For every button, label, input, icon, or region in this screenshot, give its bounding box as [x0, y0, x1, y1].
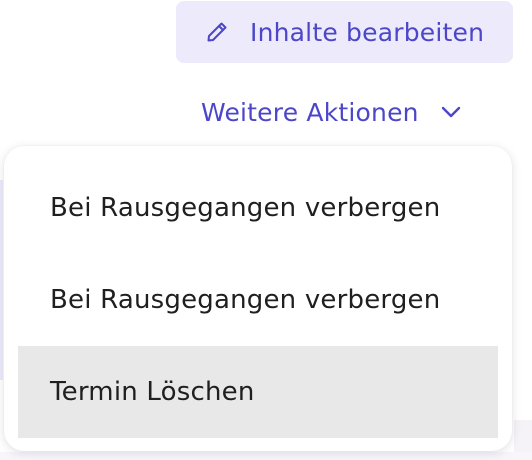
chevron-down-icon [439, 100, 463, 124]
menu-item-delete-event[interactable]: Termin Löschen [18, 346, 498, 438]
menu-item-label: Bei Rausgegangen verbergen [50, 285, 441, 315]
pencil-icon [204, 19, 230, 45]
background-content-edge [0, 180, 3, 380]
menu-item-label: Bei Rausgegangen verbergen [50, 193, 441, 223]
more-actions-label: Weitere Aktionen [201, 97, 419, 127]
more-actions-menu: Bei Rausgegangen verbergen Bei Rausgegan… [4, 146, 512, 451]
menu-item-hide-rausgegangen[interactable]: Bei Rausgegangen verbergen [18, 254, 498, 346]
more-actions-toggle[interactable]: Weitere Aktionen [201, 92, 463, 132]
edit-content-label: Inhalte bearbeiten [250, 17, 485, 47]
background-content-edge [0, 452, 532, 460]
menu-item-hide-rausgegangen[interactable]: Bei Rausgegangen verbergen [18, 162, 498, 254]
menu-item-label: Termin Löschen [50, 377, 255, 407]
edit-content-button[interactable]: Inhalte bearbeiten [176, 1, 513, 63]
